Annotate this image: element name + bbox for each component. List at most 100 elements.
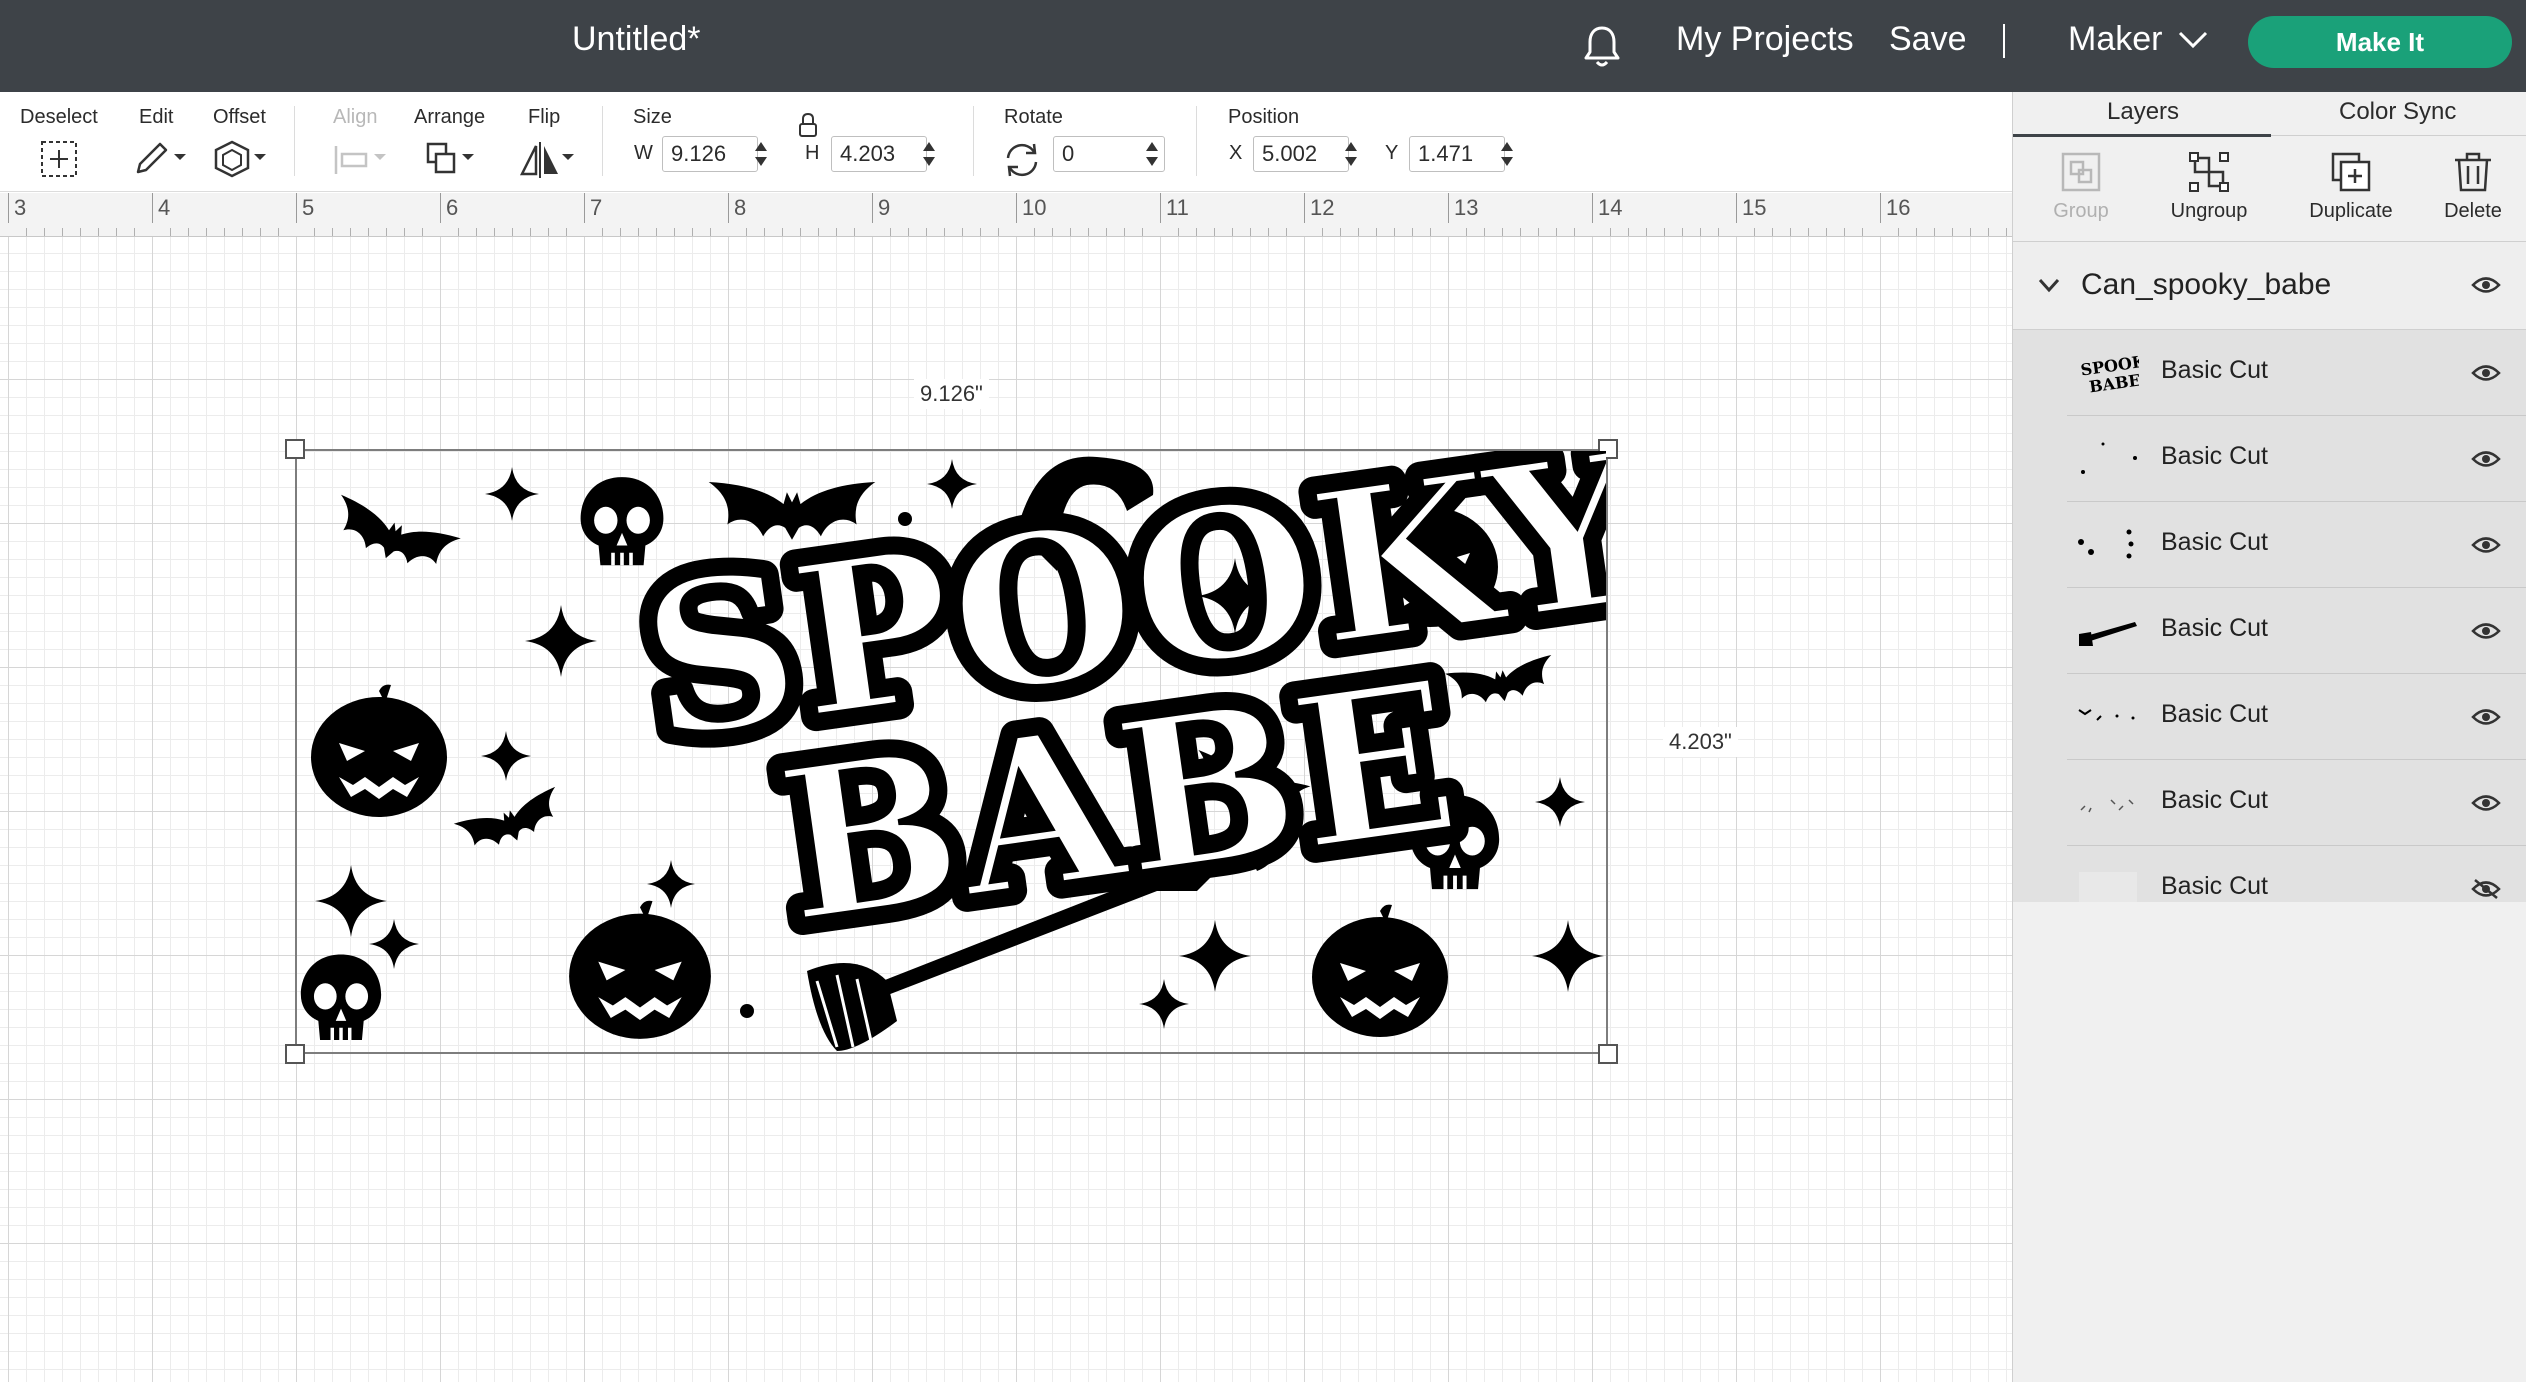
- tab-layers[interactable]: Layers: [2107, 98, 2179, 126]
- trash-icon: [2455, 152, 2491, 192]
- ruler-minor-tick: [800, 228, 801, 236]
- bell-icon[interactable]: [1580, 22, 1624, 70]
- chevron-down-icon[interactable]: [2037, 276, 2061, 294]
- rotate-label: Rotate: [1004, 106, 1063, 128]
- ruler-minor-tick: [494, 228, 495, 236]
- ruler-minor-tick: [566, 228, 567, 236]
- layer-row[interactable]: Basic Cut: [2067, 760, 2526, 846]
- eye-icon[interactable]: [2471, 362, 2501, 384]
- eye-icon[interactable]: [2471, 792, 2501, 814]
- ruler-minor-tick: [1808, 228, 1809, 236]
- eye-icon[interactable]: [2471, 448, 2501, 470]
- eye-icon[interactable]: [2471, 706, 2501, 728]
- eye-icon[interactable]: [2471, 274, 2501, 296]
- layer-group-row[interactable]: Can_spooky_babe: [2013, 242, 2526, 330]
- ungroup-button[interactable]: Ungroup: [2149, 142, 2269, 238]
- save-button[interactable]: Save: [1889, 20, 1967, 59]
- ruler-minor-tick: [1052, 228, 1053, 236]
- lock-icon[interactable]: [798, 112, 818, 138]
- arrange-icon[interactable]: [420, 138, 480, 182]
- ruler-minor-tick: [998, 228, 999, 236]
- ruler-major-tick: [1160, 193, 1161, 223]
- x-spinner-icon[interactable]: [1342, 138, 1360, 170]
- deselect-icon[interactable]: [30, 138, 90, 182]
- ruler-minor-tick: [764, 228, 765, 236]
- ruler-minor-tick: [1862, 228, 1863, 236]
- layer-thumbnail: [2078, 709, 2135, 721]
- ruler-minor-tick: [332, 228, 333, 236]
- header-divider: [2003, 24, 2005, 58]
- x-position-input[interactable]: 5.002: [1253, 136, 1349, 172]
- ruler-minor-tick: [854, 228, 855, 236]
- ruler-major-tick: [152, 193, 153, 223]
- ruler-major-tick: [8, 193, 9, 223]
- ruler-minor-tick: [1394, 228, 1395, 236]
- group-button[interactable]: Group: [2021, 142, 2141, 238]
- eye-icon[interactable]: [2471, 620, 2501, 642]
- ruler-minor-tick: [602, 228, 603, 236]
- layer-thumbnail: [2079, 622, 2137, 646]
- ruler-minor-tick: [350, 228, 351, 236]
- ruler-major-tick: [584, 193, 585, 223]
- toolbar-separator: [973, 106, 974, 176]
- align-label: Align: [333, 106, 378, 128]
- offset-icon[interactable]: [210, 138, 270, 182]
- pencil-icon[interactable]: [130, 138, 190, 182]
- ruler-minor-tick: [44, 228, 45, 236]
- offset-label: Offset: [213, 106, 266, 128]
- width-input[interactable]: 9.126: [662, 136, 758, 172]
- y-spinner-icon[interactable]: [1498, 138, 1516, 170]
- eye-hidden-icon[interactable]: [2471, 878, 2501, 900]
- layer-actions: Group Ungroup Duplicate Delete: [2013, 136, 2526, 242]
- delete-button[interactable]: Delete: [2413, 142, 2526, 238]
- tab-color-sync[interactable]: Color Sync: [2339, 98, 2456, 126]
- ruler-minor-tick: [638, 228, 639, 236]
- ruler-minor-tick: [1430, 228, 1431, 236]
- layer-thumbnail: SPOOKY BABE: [2079, 350, 2139, 396]
- ruler-minor-tick: [1322, 228, 1323, 236]
- edit-toolbar: Deselect Edit Offset Align Arrange Flip …: [0, 92, 2012, 192]
- ruler-major-tick: [1880, 193, 1881, 223]
- layer-row[interactable]: Basic Cut: [2067, 416, 2526, 502]
- spooky-babe-design[interactable]: SPOOKY SPOOKY BABE BABE: [297, 451, 1606, 1052]
- width-spinner-icon[interactable]: [752, 138, 770, 170]
- ruler-minor-tick: [1988, 228, 1989, 236]
- layer-row[interactable]: Basic Cut: [2067, 502, 2526, 588]
- duplicate-button[interactable]: Duplicate: [2291, 142, 2411, 238]
- ruler-minor-tick: [1844, 228, 1845, 236]
- rotate-spinner-icon[interactable]: [1143, 138, 1161, 170]
- layer-row[interactable]: Basic Cut: [2067, 674, 2526, 760]
- layer-row[interactable]: SPOOKY BABE Basic Cut: [2067, 330, 2526, 416]
- ruler-minor-tick: [1070, 228, 1071, 236]
- ruler-minor-tick: [980, 228, 981, 236]
- ruler-minor-tick: [1970, 228, 1971, 236]
- height-spinner-icon[interactable]: [920, 138, 938, 170]
- ruler-minor-tick: [1232, 228, 1233, 236]
- ruler-minor-tick: [1088, 228, 1089, 236]
- rotate-icon[interactable]: [998, 138, 1048, 182]
- layer-row[interactable]: Basic Cut: [2067, 588, 2526, 674]
- document-title[interactable]: Untitled*: [572, 20, 701, 59]
- edit-label: Edit: [139, 106, 174, 128]
- make-it-button[interactable]: Make It: [2248, 16, 2512, 68]
- ruler-minor-tick: [710, 228, 711, 236]
- ruler-minor-tick: [1178, 228, 1179, 236]
- ungroup-icon: [2189, 152, 2229, 192]
- ruler-minor-tick: [620, 228, 621, 236]
- height-input[interactable]: 4.203: [831, 136, 927, 172]
- ruler-minor-tick: [1628, 228, 1629, 236]
- y-position-input[interactable]: 1.471: [1409, 136, 1505, 172]
- ruler-minor-tick: [746, 228, 747, 236]
- chevron-down-icon[interactable]: [2178, 30, 2208, 50]
- layer-name: Basic Cut: [2161, 786, 2268, 814]
- top-bar: Untitled* My Projects Save Maker Make It: [0, 0, 2526, 92]
- my-projects-link[interactable]: My Projects: [1676, 20, 1854, 59]
- design-canvas[interactable]: 9.126" 4.203" SPOOKY SPOOKY BABE BABE: [0, 237, 2012, 1382]
- ruler-minor-tick: [1502, 228, 1503, 236]
- ruler-minor-tick: [134, 228, 135, 236]
- machine-selector[interactable]: Maker: [2068, 20, 2162, 59]
- align-icon[interactable]: [330, 138, 390, 182]
- toolbar-separator: [602, 106, 603, 176]
- eye-icon[interactable]: [2471, 534, 2501, 556]
- flip-icon[interactable]: [518, 138, 578, 182]
